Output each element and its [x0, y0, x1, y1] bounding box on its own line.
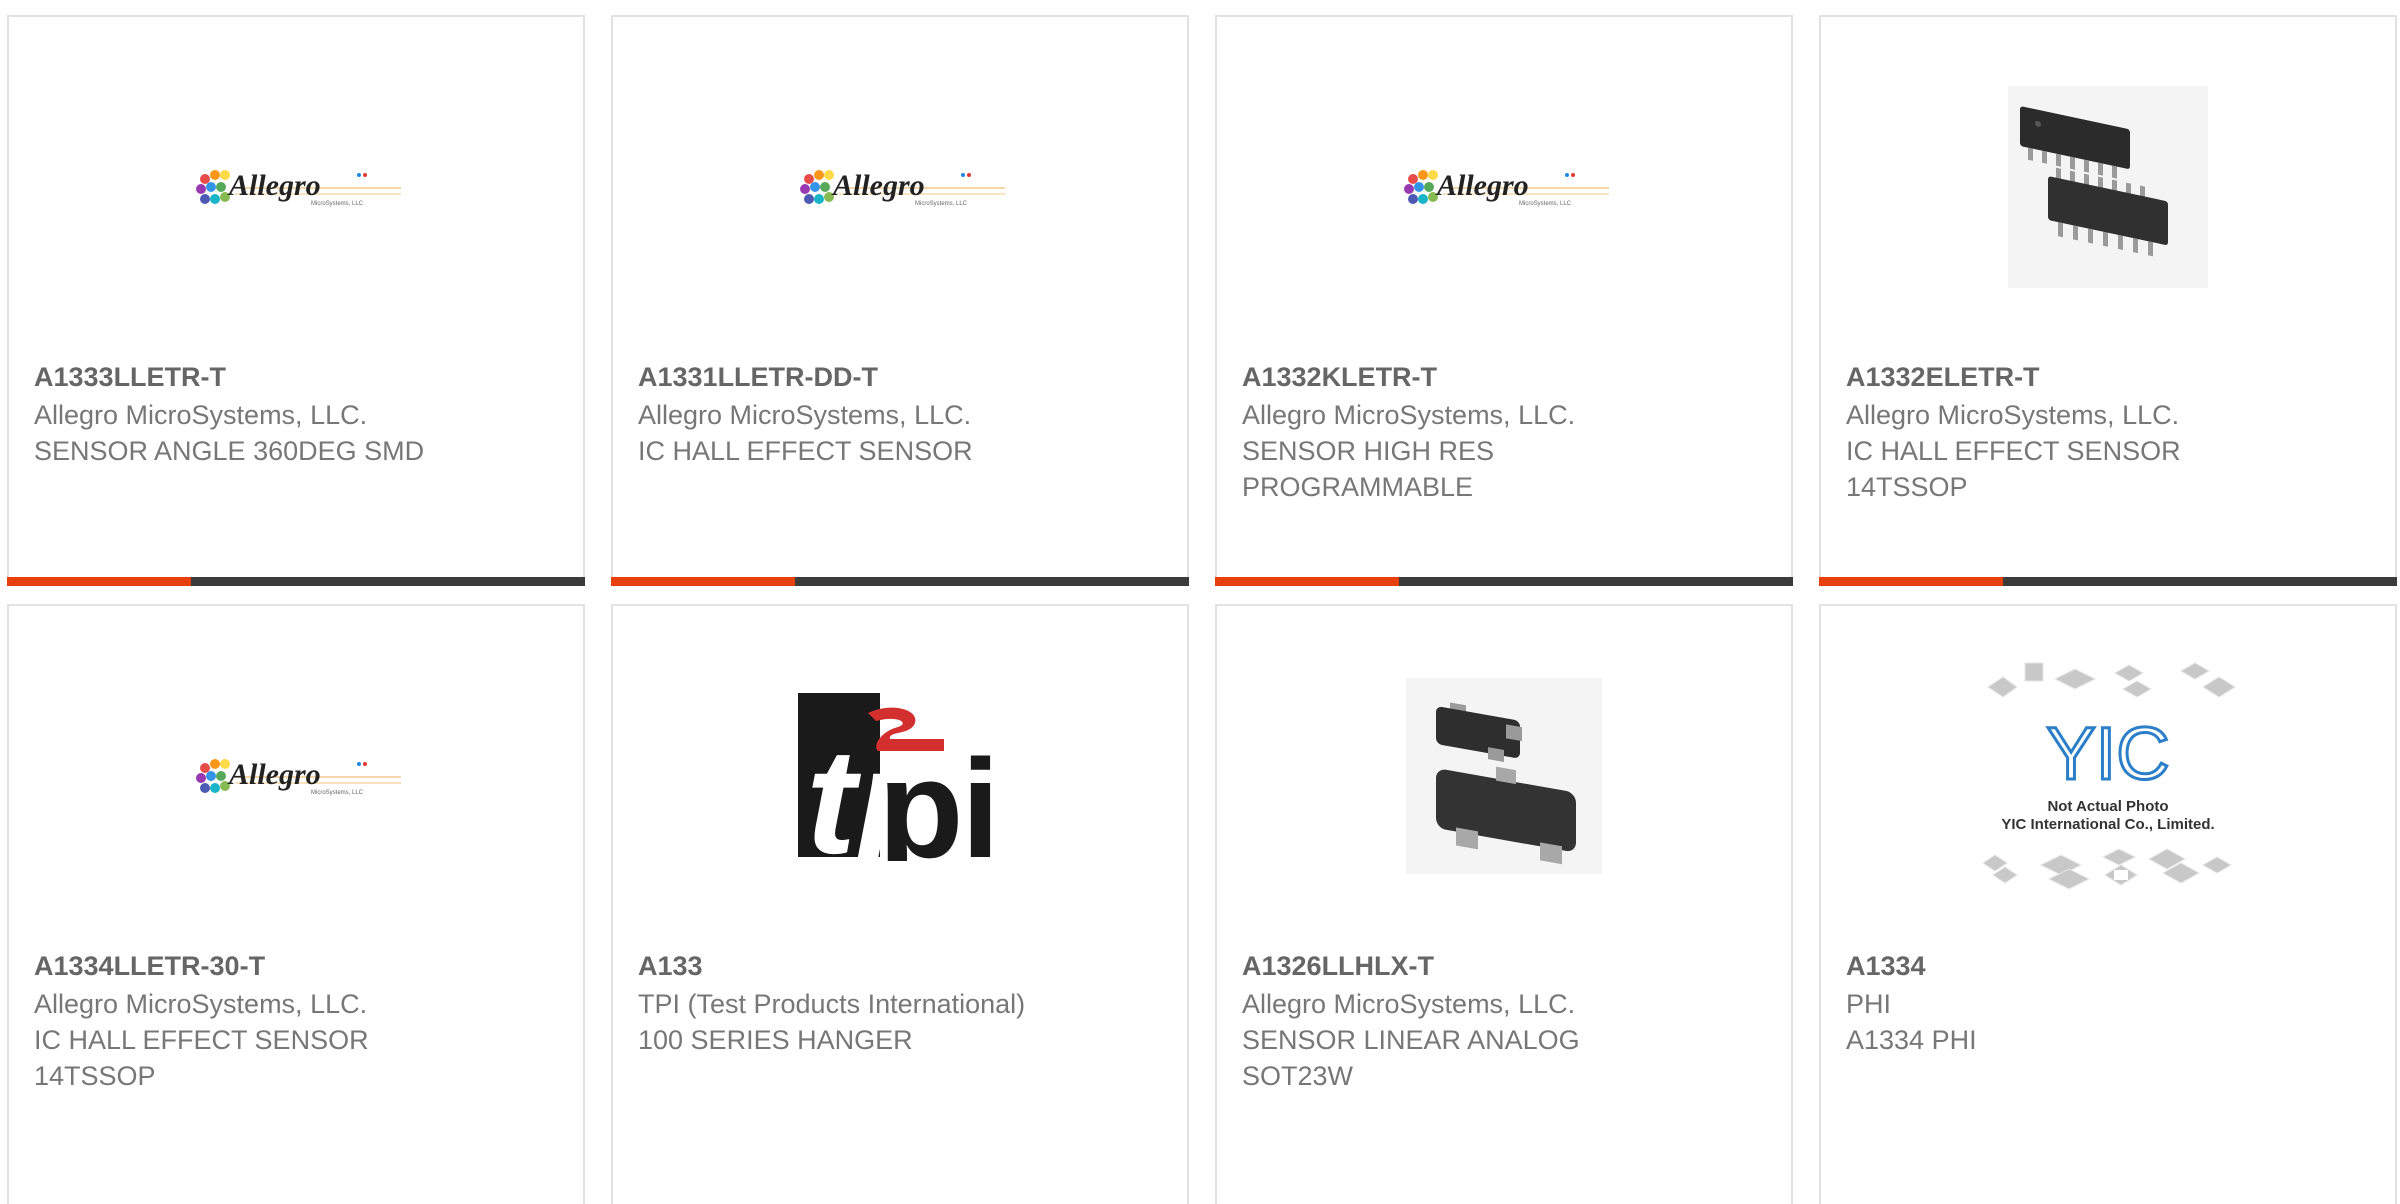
svg-text:Not Actual Photo: Not Actual Photo	[2047, 798, 2168, 815]
card-footer-accent	[611, 577, 795, 586]
description: IC HALL EFFECT SENSOR	[1846, 436, 2181, 466]
product-image[interactable]	[1217, 606, 1791, 946]
card-footer-bar	[1819, 577, 2397, 586]
product-card[interactable]: Allegro MicroSystems, LLC A1333LLETR-T A…	[7, 15, 585, 586]
product-card[interactable]: Allegro MicroSystems, LLC A1332KLETR-T A…	[1215, 15, 1793, 586]
allegro-logo-icon: Allegro MicroSystems, LLC	[1404, 169, 1609, 207]
svg-text:pi: pi	[878, 730, 1000, 861]
description: SOT23W	[1242, 1061, 1354, 1091]
card-footer-accent	[1819, 577, 2003, 586]
sot23-package-icon	[1406, 678, 1602, 874]
description: PROGRAMMABLE	[1242, 472, 1474, 502]
manufacturer: Allegro MicroSystems, LLC.	[1242, 989, 1576, 1019]
part-number[interactable]: A1326LLHLX-T	[1242, 948, 1771, 984]
card-footer-accent	[1215, 577, 1399, 586]
product-image[interactable]	[1821, 17, 2395, 357]
product-card[interactable]: A1332ELETR-T Allegro MicroSystems, LLC. …	[1819, 15, 2397, 586]
svg-text:MicroSystems, LLC: MicroSystems, LLC	[311, 201, 364, 207]
manufacturer: PHI	[1846, 989, 1892, 1019]
part-number[interactable]: A1334	[1846, 948, 2375, 984]
part-number[interactable]: A1332KLETR-T	[1242, 359, 1771, 395]
manufacturer: TPI (Test Products International)	[638, 989, 1026, 1019]
description: 100 SERIES HANGER	[638, 1025, 913, 1055]
part-number[interactable]: A1332ELETR-T	[1846, 359, 2375, 395]
description: SENSOR ANGLE 360DEG SMD	[34, 436, 425, 466]
product-card[interactable]: Allegro MicroSystems, LLC A1331LLETR-DD-…	[611, 15, 1189, 586]
svg-text:MicroSystems, LLC: MicroSystems, LLC	[915, 201, 968, 207]
manufacturer: Allegro MicroSystems, LLC.	[34, 400, 368, 430]
svg-text:Allegro: Allegro	[227, 758, 321, 791]
svg-text:MicroSystems, LLC: MicroSystems, LLC	[1519, 201, 1572, 207]
manufacturer: Allegro MicroSystems, LLC.	[1846, 400, 2180, 430]
manufacturer: Allegro MicroSystems, LLC.	[638, 400, 972, 430]
product-card[interactable]: YIC Not Actual Photo YIC International C…	[1819, 604, 2397, 1204]
part-number[interactable]: A1331LLETR-DD-T	[638, 359, 1167, 395]
svg-text:YIC International Co., Limited: YIC International Co., Limited.	[2001, 816, 2214, 833]
allegro-logo-icon: Allegro MicroSystems, LLC	[800, 169, 1005, 207]
description: SENSOR LINEAR ANALOG	[1242, 1025, 1580, 1055]
svg-text:YIC: YIC	[2046, 712, 2169, 795]
product-image[interactable]: Allegro MicroSystems, LLC	[1217, 17, 1791, 357]
product-grid: Allegro MicroSystems, LLC A1333LLETR-T A…	[0, 0, 2400, 1204]
tpi-logo-icon: tpi pi	[798, 691, 1002, 861]
card-footer-accent	[7, 577, 191, 586]
part-number[interactable]: A133	[638, 948, 1167, 984]
description: IC HALL EFFECT SENSOR	[34, 1025, 369, 1055]
svg-text:Allegro: Allegro	[831, 169, 925, 202]
svg-text:Allegro: Allegro	[227, 169, 321, 202]
product-image[interactable]: Allegro MicroSystems, LLC	[9, 606, 583, 946]
product-image[interactable]: YIC Not Actual Photo YIC International C…	[1821, 606, 2395, 946]
product-image[interactable]: tpi pi	[613, 606, 1187, 946]
manufacturer: Allegro MicroSystems, LLC.	[34, 989, 368, 1019]
product-card[interactable]: A1326LLHLX-T Allegro MicroSystems, LLC. …	[1215, 604, 1793, 1204]
svg-text:MicroSystems, LLC: MicroSystems, LLC	[311, 790, 364, 796]
part-number[interactable]: A1334LLETR-30-T	[34, 948, 563, 984]
part-number[interactable]: A1333LLETR-T	[34, 359, 563, 395]
card-footer-bar	[1215, 577, 1793, 586]
product-image[interactable]: Allegro MicroSystems, LLC	[613, 17, 1187, 357]
allegro-logo-icon: Allegro MicroSystems, LLC	[196, 169, 401, 207]
product-card[interactable]: Allegro MicroSystems, LLC A1334LLETR-30-…	[7, 604, 585, 1204]
tssop-package-icon	[2008, 86, 2208, 288]
allegro-logo-icon: Allegro MicroSystems, LLC	[196, 758, 401, 796]
description: 14TSSOP	[1846, 472, 1968, 502]
card-footer-bar	[611, 577, 1189, 586]
description: SENSOR HIGH RES	[1242, 436, 1495, 466]
card-footer-bar	[7, 577, 585, 586]
product-card[interactable]: tpi pi A133 TPI (Test Products Internati…	[611, 604, 1189, 1204]
manufacturer: Allegro MicroSystems, LLC.	[1242, 400, 1576, 430]
svg-text:Allegro: Allegro	[1435, 169, 1529, 202]
description: 14TSSOP	[34, 1061, 156, 1091]
description: IC HALL EFFECT SENSOR	[638, 436, 973, 466]
yic-placeholder-icon: YIC Not Actual Photo YIC International C…	[1982, 662, 2236, 890]
product-image[interactable]: Allegro MicroSystems, LLC	[9, 17, 583, 357]
description: A1334 PHI	[1846, 1025, 1977, 1055]
